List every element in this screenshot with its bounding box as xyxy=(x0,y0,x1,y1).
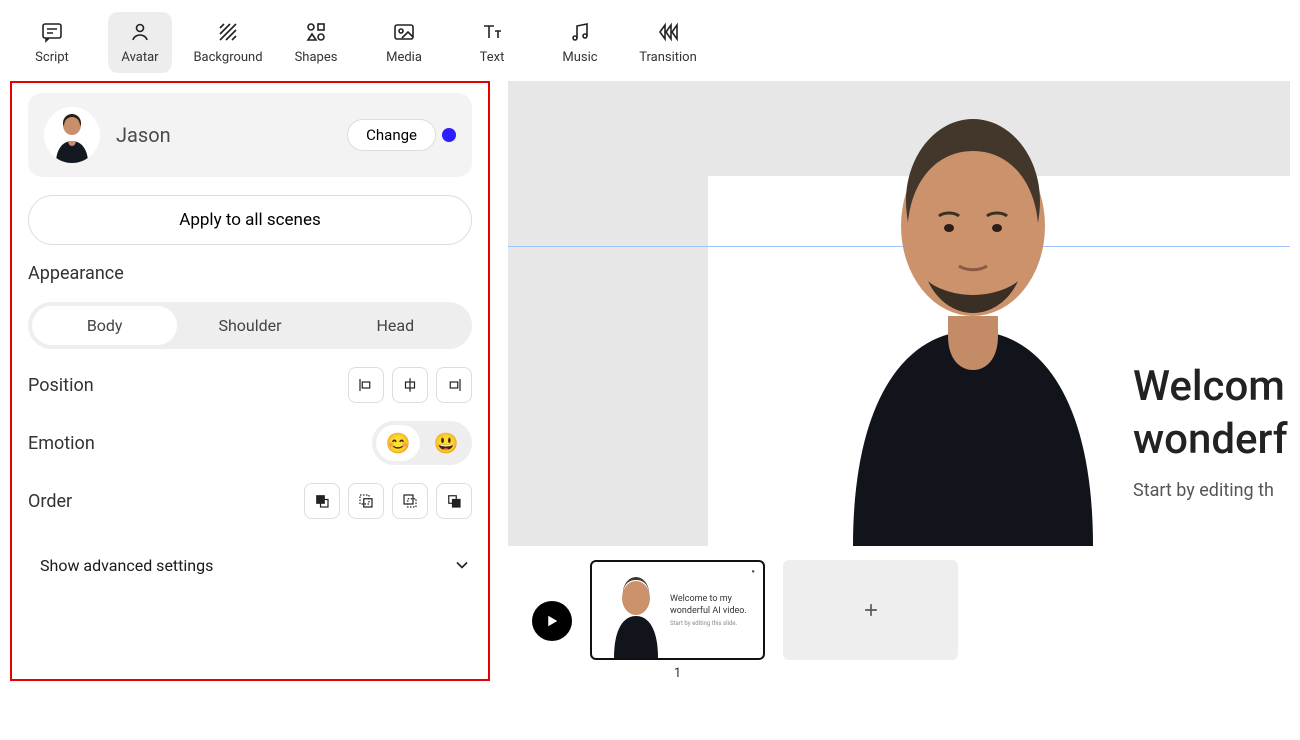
toolbar-shapes[interactable]: Shapes xyxy=(284,12,348,73)
toolbar-text-label: Text xyxy=(480,50,505,65)
advanced-settings-toggle[interactable]: Show advanced settings xyxy=(28,537,472,587)
order-label: Order xyxy=(28,491,304,512)
position-label: Position xyxy=(28,375,348,396)
avatar-on-canvas[interactable] xyxy=(763,81,1183,546)
appearance-head[interactable]: Head xyxy=(323,306,468,345)
appearance-label: Appearance xyxy=(28,263,472,284)
toolbar-media-label: Media xyxy=(386,50,422,65)
toolbar-avatar[interactable]: Avatar xyxy=(108,12,172,73)
align-center-button[interactable] xyxy=(392,367,428,403)
change-avatar-button[interactable]: Change xyxy=(347,119,436,151)
thumb-person-icon xyxy=(602,568,670,658)
toolbar-music[interactable]: Music xyxy=(548,12,612,73)
add-scene-button[interactable] xyxy=(783,560,958,660)
toolbar-shapes-label: Shapes xyxy=(295,50,338,65)
bring-front-button[interactable] xyxy=(304,483,340,519)
emotion-happy[interactable]: 😃 xyxy=(424,425,468,461)
avatar-thumbnail xyxy=(44,107,100,163)
slide-text[interactable]: Welcomwonderf Start by editing th xyxy=(1133,361,1288,501)
scene-number: 1 xyxy=(674,666,681,681)
toolbar-script[interactable]: Script xyxy=(20,12,84,73)
play-icon xyxy=(543,612,561,630)
toolbar-transition[interactable]: Transition xyxy=(636,12,700,73)
align-left-button[interactable] xyxy=(348,367,384,403)
bring-forward-button[interactable] xyxy=(348,483,384,519)
toolbar-transition-label: Transition xyxy=(639,50,697,65)
send-backward-button[interactable] xyxy=(392,483,428,519)
toolbar-background-label: Background xyxy=(193,50,262,65)
play-button[interactable] xyxy=(532,601,572,641)
align-right-button[interactable] xyxy=(436,367,472,403)
indicator-dot xyxy=(442,128,456,142)
toolbar-text[interactable]: Text xyxy=(460,12,524,73)
plus-icon xyxy=(861,600,881,620)
toolbar-background[interactable]: Background xyxy=(196,12,260,73)
main-toolbar: Script Avatar Background Shapes Media Te… xyxy=(0,0,1300,81)
canvas-stage[interactable]: Welcomwonderf Start by editing th xyxy=(508,81,1290,546)
thumb-sub: Start by editing this slide. xyxy=(670,620,737,627)
scene-thumbnail-1[interactable]: Welcome to my wonderful AI video. Start … xyxy=(590,560,765,660)
apply-all-scenes-button[interactable]: Apply to all scenes xyxy=(28,195,472,245)
avatar-settings-panel: Jason Change Apply to all scenes Appeara… xyxy=(10,81,490,681)
emotion-label: Emotion xyxy=(28,433,372,454)
emotion-segmented: 😊 😃 xyxy=(372,421,472,465)
avatar-header: Jason Change xyxy=(28,93,472,177)
toolbar-media[interactable]: Media xyxy=(372,12,436,73)
send-back-button[interactable] xyxy=(436,483,472,519)
person-icon xyxy=(50,111,94,163)
toolbar-music-label: Music xyxy=(562,50,597,65)
appearance-segmented: Body Shoulder Head xyxy=(28,302,472,349)
appearance-body[interactable]: Body xyxy=(32,306,177,345)
thumb-logo: ● xyxy=(751,568,755,575)
avatar-name: Jason xyxy=(116,123,171,147)
appearance-shoulder[interactable]: Shoulder xyxy=(177,306,322,345)
toolbar-script-label: Script xyxy=(35,50,69,65)
timeline: Welcome to my wonderful AI video. Start … xyxy=(508,546,1290,681)
toolbar-avatar-label: Avatar xyxy=(121,50,158,65)
advanced-settings-label: Show advanced settings xyxy=(40,556,452,575)
emotion-neutral[interactable]: 😊 xyxy=(376,425,420,461)
chevron-down-icon xyxy=(452,555,472,575)
thumb-heading: Welcome to my wonderful AI video. xyxy=(670,594,763,617)
